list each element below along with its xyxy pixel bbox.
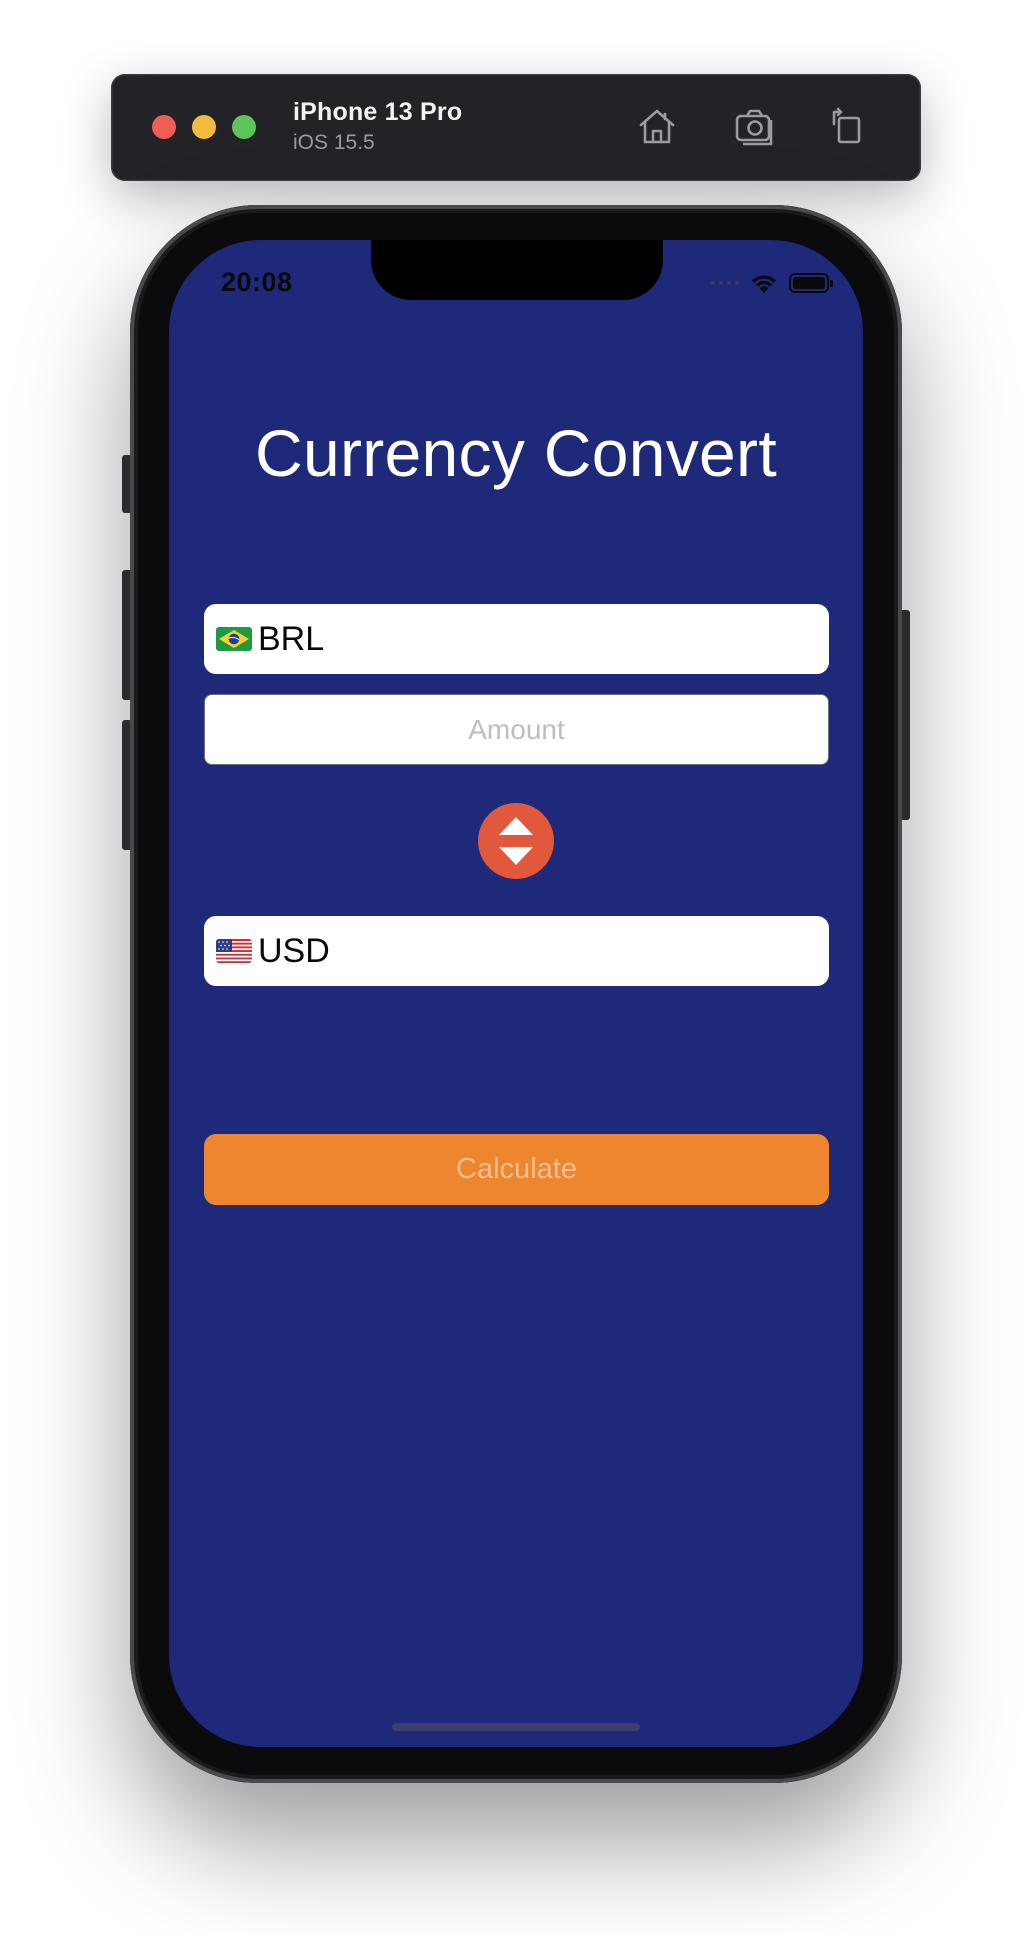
to-currency-code: USD bbox=[258, 931, 330, 970]
screenshot-icon[interactable] bbox=[733, 104, 777, 148]
device-name: iPhone 13 Pro bbox=[293, 98, 463, 126]
calculate-button[interactable]: Calculate bbox=[204, 1134, 829, 1205]
wifi-icon bbox=[749, 272, 779, 294]
simulator-window: iPhone 13 Pro iOS 15.5 20:08 Currency Co… bbox=[0, 0, 1032, 1934]
notch bbox=[371, 240, 663, 300]
minimize-window-button[interactable] bbox=[192, 115, 216, 139]
brazil-flag-icon bbox=[216, 627, 252, 651]
battery-icon bbox=[789, 273, 833, 293]
close-window-button[interactable] bbox=[152, 115, 176, 139]
phone-screen: 20:08 Currency Convert BRL Amount USD Ca… bbox=[169, 240, 863, 1747]
home-indicator[interactable] bbox=[392, 1723, 640, 1731]
rotate-icon[interactable] bbox=[826, 104, 870, 148]
zoom-window-button[interactable] bbox=[232, 115, 256, 139]
status-icons bbox=[711, 270, 833, 296]
cellular-signal-icon bbox=[711, 281, 739, 285]
amount-input[interactable] bbox=[204, 694, 829, 765]
from-currency-field[interactable]: BRL bbox=[204, 604, 829, 674]
usa-flag-icon bbox=[216, 939, 252, 963]
home-icon[interactable] bbox=[635, 104, 679, 148]
os-version: iOS 15.5 bbox=[293, 131, 375, 154]
app-title: Currency Convert bbox=[255, 416, 777, 490]
from-currency-code: BRL bbox=[258, 619, 325, 658]
swap-currencies-button[interactable] bbox=[478, 803, 554, 879]
swap-arrows-icon bbox=[499, 817, 533, 865]
to-currency-field[interactable]: USD bbox=[204, 916, 829, 986]
status-time: 20:08 bbox=[221, 267, 293, 297]
